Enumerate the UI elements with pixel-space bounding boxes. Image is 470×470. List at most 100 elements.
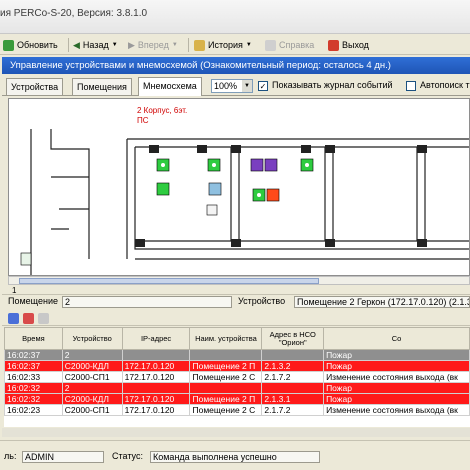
window-titlebar: ия PERCo-S-20, Версия: 3.8.1.0: [0, 0, 470, 34]
table-cell: 16:02:33: [4, 371, 63, 383]
plan-column: [417, 239, 427, 247]
back-button[interactable]: ◀ Назад ▼: [73, 37, 118, 53]
toolbar-separator: [188, 38, 189, 52]
help-label: Справка: [279, 40, 315, 50]
table-row[interactable]: 16:02:23 С2000-СП1 172.17.0.120 Помещение 2…: [4, 404, 470, 416]
table-row[interactable]: 16:02:32 2 Пожар: [4, 382, 470, 394]
history-label: История: [208, 40, 243, 50]
table-cell: 16:02:32: [4, 393, 63, 405]
show-log-label: Показывать журнал событий: [272, 80, 393, 90]
log-toolbar: [2, 310, 470, 326]
forward-label: Вперед: [137, 40, 169, 50]
table-row[interactable]: 16:02:37 С2000-КДЛ 172.17.0.120 Помещение 2…: [4, 360, 470, 372]
tab-mnemo[interactable]: Мнемосхема: [138, 77, 202, 96]
legend-device-icon: [20, 252, 32, 266]
history-dropdown-icon[interactable]: ▼: [246, 42, 252, 48]
zoom-value: 100%: [214, 81, 238, 91]
building-label: 2 Корпус, 6эт.: [137, 106, 187, 115]
col-header-event[interactable]: Со: [323, 327, 470, 350]
table-cell: [189, 382, 263, 394]
mnemo-canvas[interactable]: 2 Корпус, 6эт. ПС: [8, 98, 470, 276]
table-cell: 2: [61, 349, 123, 361]
col-header-ip[interactable]: IP-адрес: [121, 327, 191, 350]
back-dropdown-icon[interactable]: ▼: [112, 42, 118, 48]
table-cell: Пожар: [323, 382, 470, 394]
table-cell: 2.1.3.1: [261, 393, 325, 405]
show-log-checkbox[interactable]: ✓: [258, 81, 268, 91]
plan-column: [135, 239, 145, 247]
help-button[interactable]: Справка: [265, 37, 314, 53]
refresh-button[interactable]: Обновить: [3, 37, 58, 53]
plan-column: [417, 145, 427, 153]
back-arrow-icon: ◀: [73, 39, 80, 50]
relay-device-icon: [250, 158, 264, 172]
sensor-dot-icon: [257, 193, 261, 197]
status-value: Команда выполнена успешно: [150, 451, 320, 463]
device-label: Устройство: [238, 296, 286, 306]
controller-icon: [208, 182, 222, 196]
event-log-grid[interactable]: Время Устройство IP-адрес Наим. устройст…: [4, 327, 470, 427]
table-cell: С2000-СП1: [61, 371, 123, 383]
ps-label: ПС: [137, 116, 149, 125]
filter-icon[interactable]: [8, 313, 19, 324]
autosearch-checkbox[interactable]: [406, 81, 416, 91]
exit-icon: [328, 39, 339, 51]
col-header-device-name[interactable]: Наим. устройства: [189, 327, 263, 350]
table-cell: [189, 349, 263, 361]
table-cell: 172.17.0.120: [121, 371, 191, 383]
zoom-dropdown-icon[interactable]: ▼: [242, 80, 252, 92]
clear-log-icon[interactable]: [23, 313, 34, 324]
export-icon[interactable]: [38, 313, 49, 324]
scrollbar-thumb[interactable]: [19, 278, 319, 284]
table-cell: С2000-КДЛ: [61, 393, 123, 405]
table-cell: Пожар: [323, 393, 470, 405]
canvas-horizontal-scrollbar[interactable]: [8, 276, 470, 285]
door-sensor-icon: [206, 204, 218, 216]
plan-column: [231, 145, 241, 153]
sensor-dot-icon: [305, 163, 309, 167]
table-cell: С2000-СП1: [61, 404, 123, 416]
col-header-time[interactable]: Время: [4, 327, 63, 350]
status-bar: ль: ADMIN Статус: Команда выполнена успе…: [0, 440, 470, 470]
plan-wall: [50, 129, 90, 259]
forward-dropdown-icon[interactable]: ▼: [172, 42, 178, 48]
col-header-orion-address[interactable]: Адрес в НСО "Орион": [261, 327, 325, 350]
plan-column: [231, 239, 241, 247]
floor-plan: 2 Корпус, 6эт. ПС: [20, 106, 469, 275]
history-button[interactable]: История ▼: [194, 37, 252, 53]
exit-button[interactable]: Выход: [328, 37, 369, 53]
col-header-device[interactable]: Устройство: [61, 327, 123, 350]
room-value: 2: [62, 296, 232, 308]
table-cell: 2.1.3.2: [261, 360, 325, 372]
plan-column: [197, 145, 207, 153]
device-value: Помещение 2 Геркон (172.17.0.120) (2.1.3…: [294, 296, 470, 308]
window-title: ия PERCo-S-20, Версия: 3.8.1.0: [0, 8, 148, 19]
table-cell: 16:02:37: [4, 349, 63, 361]
sensor-dot-icon: [161, 163, 165, 167]
table-cell: [261, 349, 325, 361]
table-row[interactable]: 16:02:37 2 Пожар: [4, 349, 470, 361]
help-icon: [265, 39, 276, 51]
table-row[interactable]: 16:02:33 С2000-СП1 172.17.0.120 Помещение 2…: [4, 371, 470, 383]
forward-button[interactable]: ▶ Вперед ▼: [128, 37, 178, 53]
autosearch-label: Автопоиск т: [420, 80, 470, 90]
plan-wall: [51, 176, 89, 230]
table-cell: С2000-КДЛ: [61, 360, 123, 372]
alarm-device-icon: [266, 188, 280, 202]
event-log-table: Время Устройство IP-адрес Наим. устройст…: [4, 327, 470, 416]
back-label: Назад: [82, 40, 109, 50]
tab-devices[interactable]: Устройства: [6, 78, 64, 95]
plan-column: [149, 145, 159, 153]
tab-rooms[interactable]: Помещения: [72, 78, 132, 95]
table-row[interactable]: 16:02:32 С2000-КДЛ 172.17.0.120 Помещение 2…: [4, 393, 470, 405]
table-cell: 2.1.7.2: [261, 371, 325, 383]
table-cell: Изменение состояния выхода (вк: [323, 371, 470, 383]
fire-sensor-icon: [156, 182, 170, 196]
refresh-icon: [3, 39, 14, 51]
table-cell: [261, 382, 325, 394]
zoom-select[interactable]: 100% ▼: [211, 79, 253, 93]
table-cell: 172.17.0.120: [121, 360, 191, 372]
refresh-label: Обновить: [17, 40, 58, 50]
table-cell: 172.17.0.120: [121, 393, 191, 405]
grid-horizontal-scrollbar[interactable]: [2, 428, 470, 437]
